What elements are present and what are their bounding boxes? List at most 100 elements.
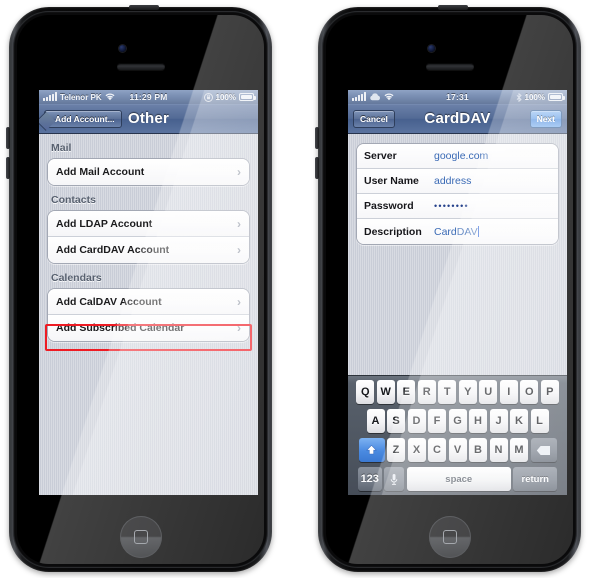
row-add-mail-account[interactable]: Add Mail Account › bbox=[48, 159, 249, 185]
key-d[interactable]: D bbox=[407, 409, 426, 433]
row-label: Add Subscribed Calendar bbox=[56, 322, 185, 334]
battery-percent-label: 100% bbox=[524, 92, 545, 102]
key-u[interactable]: U bbox=[479, 380, 498, 404]
key-j[interactable]: J bbox=[489, 409, 508, 433]
row-label: Add CardDAV Account bbox=[56, 244, 170, 256]
key-y[interactable]: Y bbox=[458, 380, 477, 404]
field-server[interactable]: Server google.com bbox=[357, 144, 558, 169]
field-label: Server bbox=[364, 150, 397, 162]
key-e[interactable]: E bbox=[397, 380, 416, 404]
nav-bar-right: Cancel CardDAV Next bbox=[348, 104, 567, 134]
key-h[interactable]: H bbox=[469, 409, 487, 433]
key-x[interactable]: X bbox=[407, 438, 426, 462]
settings-table-left[interactable]: Mail Add Mail Account › Contacts Add LDA… bbox=[39, 134, 258, 495]
row-add-caldav-account[interactable]: Add CalDAV Account › bbox=[48, 289, 249, 315]
earpiece-speaker-right bbox=[425, 63, 474, 70]
status-bar-left: Telenor PK 11:29 PM 100% bbox=[39, 90, 258, 104]
row-add-ldap-account[interactable]: Add LDAP Account › bbox=[48, 211, 249, 237]
key-c[interactable]: C bbox=[428, 438, 446, 462]
volume-up-button-left[interactable] bbox=[6, 127, 10, 149]
chevron-right-icon: › bbox=[237, 243, 241, 257]
keyboard-row-4: 123 space return bbox=[350, 467, 565, 491]
battery-full-icon bbox=[239, 93, 256, 101]
row-label: Add LDAP Account bbox=[56, 217, 153, 230]
key-k[interactable]: K bbox=[510, 409, 528, 433]
volume-down-button-right[interactable] bbox=[315, 157, 319, 179]
home-button-right[interactable] bbox=[428, 516, 471, 558]
password-input[interactable]: •••••••• bbox=[434, 201, 469, 211]
numbers-key[interactable]: 123 bbox=[357, 467, 382, 491]
key-a[interactable]: A bbox=[366, 409, 385, 433]
row-add-subscribed-calendar[interactable]: Add Subscribed Calendar › bbox=[48, 315, 249, 341]
key-m[interactable]: M bbox=[510, 438, 528, 462]
backspace-icon[interactable] bbox=[530, 438, 557, 462]
account-fields-group: Server google.com User Name address Pass… bbox=[356, 143, 559, 245]
power-button-left[interactable] bbox=[129, 5, 159, 10]
nav-bar-left: Add Account... Other bbox=[39, 104, 258, 134]
server-input[interactable]: google.com bbox=[434, 150, 488, 162]
key-l[interactable]: L bbox=[530, 409, 549, 433]
home-button-left[interactable] bbox=[119, 516, 162, 558]
field-username[interactable]: User Name address bbox=[357, 169, 558, 194]
chevron-right-icon: › bbox=[237, 294, 241, 309]
chevron-right-icon: › bbox=[237, 216, 241, 231]
key-b[interactable]: B bbox=[469, 438, 487, 462]
status-bar-right-group: 100% bbox=[516, 92, 565, 102]
next-button[interactable]: Next bbox=[529, 110, 562, 128]
volume-down-button-left[interactable] bbox=[6, 157, 10, 179]
key-f[interactable]: F bbox=[428, 409, 446, 433]
key-q[interactable]: Q bbox=[356, 380, 375, 404]
front-camera-icon-right bbox=[427, 45, 435, 52]
screen-left: Telenor PK 11:29 PM 100% Add Account... … bbox=[39, 90, 258, 495]
section-calendars: Add CalDAV Account › Add Subscribed Cale… bbox=[47, 288, 250, 342]
row-label: Add CalDAV Account bbox=[56, 295, 162, 308]
field-description[interactable]: Description CardDAV bbox=[357, 219, 558, 244]
glass-left: Telenor PK 11:29 PM 100% Add Account... … bbox=[17, 15, 264, 564]
description-input[interactable]: CardDAV bbox=[434, 226, 478, 238]
return-key[interactable]: return bbox=[513, 467, 558, 491]
section-mail: Add Mail Account › bbox=[47, 158, 250, 186]
earpiece-speaker-left bbox=[116, 63, 165, 70]
rotation-lock-icon bbox=[203, 92, 213, 102]
home-square-icon bbox=[133, 530, 148, 544]
text-caret bbox=[477, 226, 479, 237]
keyboard-row-1: Q W E R T Y U I O P bbox=[350, 380, 565, 404]
username-input[interactable]: address bbox=[434, 175, 471, 187]
cancel-button[interactable]: Cancel bbox=[353, 110, 395, 128]
section-header-mail: Mail bbox=[51, 142, 72, 154]
onscreen-keyboard[interactable]: Q W E R T Y U I O P A S D F G H J K L Z … bbox=[348, 375, 567, 495]
iphone-right-device: 17:31 100% Cancel CardDAV Next Server go… bbox=[315, 5, 581, 572]
key-v[interactable]: V bbox=[448, 438, 467, 462]
front-camera-icon-left bbox=[118, 45, 126, 52]
key-o[interactable]: O bbox=[520, 380, 539, 404]
battery-full-icon bbox=[548, 93, 565, 101]
key-i[interactable]: I bbox=[499, 380, 518, 404]
field-password[interactable]: Password •••••••• bbox=[357, 194, 558, 219]
row-add-carddav-account[interactable]: Add CardDAV Account › bbox=[48, 237, 249, 263]
space-key[interactable]: space bbox=[406, 467, 511, 491]
key-t[interactable]: T bbox=[438, 380, 457, 404]
glass-right: 17:31 100% Cancel CardDAV Next Server go… bbox=[326, 15, 573, 564]
field-label: Description bbox=[364, 225, 422, 238]
screenshot-stage: Telenor PK 11:29 PM 100% Add Account... … bbox=[0, 0, 600, 578]
chevron-right-icon: › bbox=[237, 321, 241, 335]
shift-up-icon[interactable] bbox=[358, 438, 385, 462]
back-button[interactable]: Add Account... bbox=[44, 110, 122, 128]
microphone-icon[interactable] bbox=[384, 467, 405, 491]
key-g[interactable]: G bbox=[448, 409, 467, 433]
key-n[interactable]: N bbox=[489, 438, 508, 462]
section-header-calendars: Calendars bbox=[51, 272, 102, 284]
chevron-right-icon: › bbox=[237, 165, 241, 179]
page-title-left: Other bbox=[127, 110, 169, 127]
power-button-right[interactable] bbox=[438, 5, 468, 10]
key-r[interactable]: R bbox=[417, 380, 436, 404]
iphone-left-device: Telenor PK 11:29 PM 100% Add Account... … bbox=[6, 5, 272, 572]
key-w[interactable]: W bbox=[376, 380, 395, 404]
volume-up-button-right[interactable] bbox=[315, 127, 319, 149]
field-label: Password bbox=[364, 200, 414, 212]
key-s[interactable]: S bbox=[387, 409, 405, 433]
key-p[interactable]: P bbox=[540, 380, 559, 404]
section-contacts: Add LDAP Account › Add CardDAV Account › bbox=[47, 210, 250, 264]
bluetooth-icon bbox=[516, 92, 522, 102]
key-z[interactable]: Z bbox=[387, 438, 405, 462]
